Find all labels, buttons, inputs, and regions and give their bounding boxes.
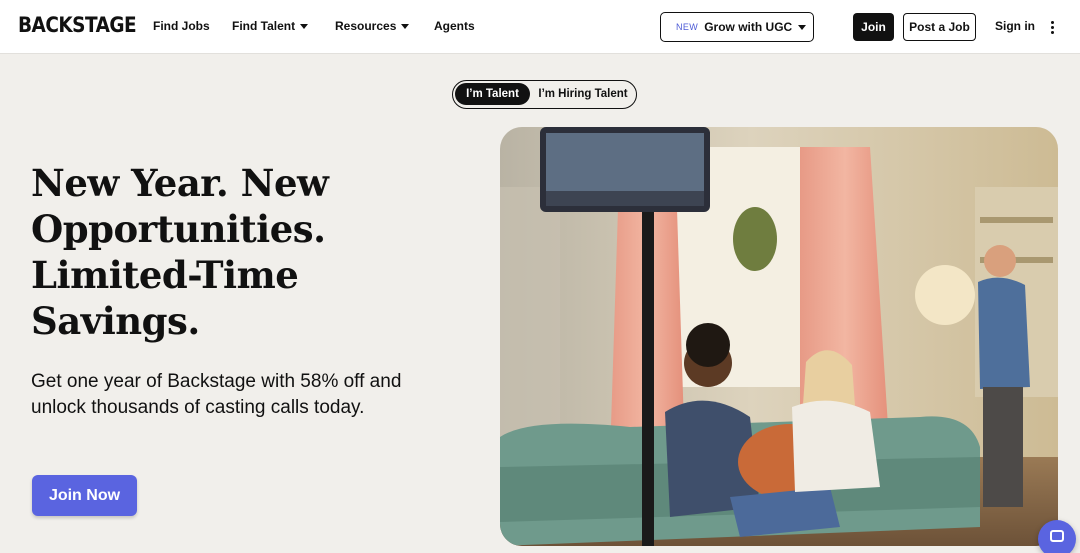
- toggle-im-talent[interactable]: I’m Talent: [455, 83, 530, 105]
- kebab-menu-icon[interactable]: [1045, 19, 1059, 35]
- join-now-button[interactable]: Join Now: [32, 475, 137, 516]
- backstage-logo[interactable]: BACKSTAGE: [18, 13, 137, 37]
- nav-agents[interactable]: Agents: [434, 19, 475, 33]
- site-header: BACKSTAGE Find Jobs Find Talent Resource…: [0, 0, 1080, 54]
- nav-resources-label: Resources: [335, 19, 397, 33]
- headline-line: Opportunities.: [31, 207, 326, 251]
- grow-with-ugc-dropdown[interactable]: NEW Grow with UGC: [660, 12, 814, 42]
- headline-line: Savings.: [31, 299, 200, 343]
- caret-down-icon: [798, 24, 807, 30]
- nav-agents-label: Agents: [434, 19, 475, 33]
- toggle-im-hiring-talent[interactable]: I’m Hiring Talent: [533, 83, 633, 105]
- hero-headline: New Year. New Opportunities. Limited-Tim…: [31, 160, 451, 344]
- hero-photo: [500, 127, 1058, 546]
- new-badge: NEW: [676, 22, 699, 32]
- join-button[interactable]: Join: [853, 13, 894, 41]
- grow-with-ugc-label: Grow with UGC: [704, 20, 793, 34]
- nav-resources[interactable]: Resources: [335, 19, 410, 33]
- nav-find-talent-label: Find Talent: [232, 19, 296, 33]
- headline-line: Limited-Time: [31, 253, 299, 297]
- headline-line: New Year. New: [31, 161, 329, 205]
- caret-down-icon: [300, 23, 309, 29]
- caret-down-icon: [401, 23, 410, 29]
- nav-find-jobs-label: Find Jobs: [153, 19, 210, 33]
- sign-in-link[interactable]: Sign in: [995, 19, 1035, 33]
- post-a-job-button[interactable]: Post a Job: [903, 13, 976, 41]
- hero-subheading: Get one year of Backstage with 58% off a…: [31, 371, 402, 418]
- audience-toggle: I’m Talent I’m Hiring Talent: [452, 80, 637, 109]
- chat-icon[interactable]: [1038, 520, 1076, 553]
- nav-find-talent[interactable]: Find Talent: [232, 19, 309, 33]
- nav-find-jobs[interactable]: Find Jobs: [153, 19, 210, 33]
